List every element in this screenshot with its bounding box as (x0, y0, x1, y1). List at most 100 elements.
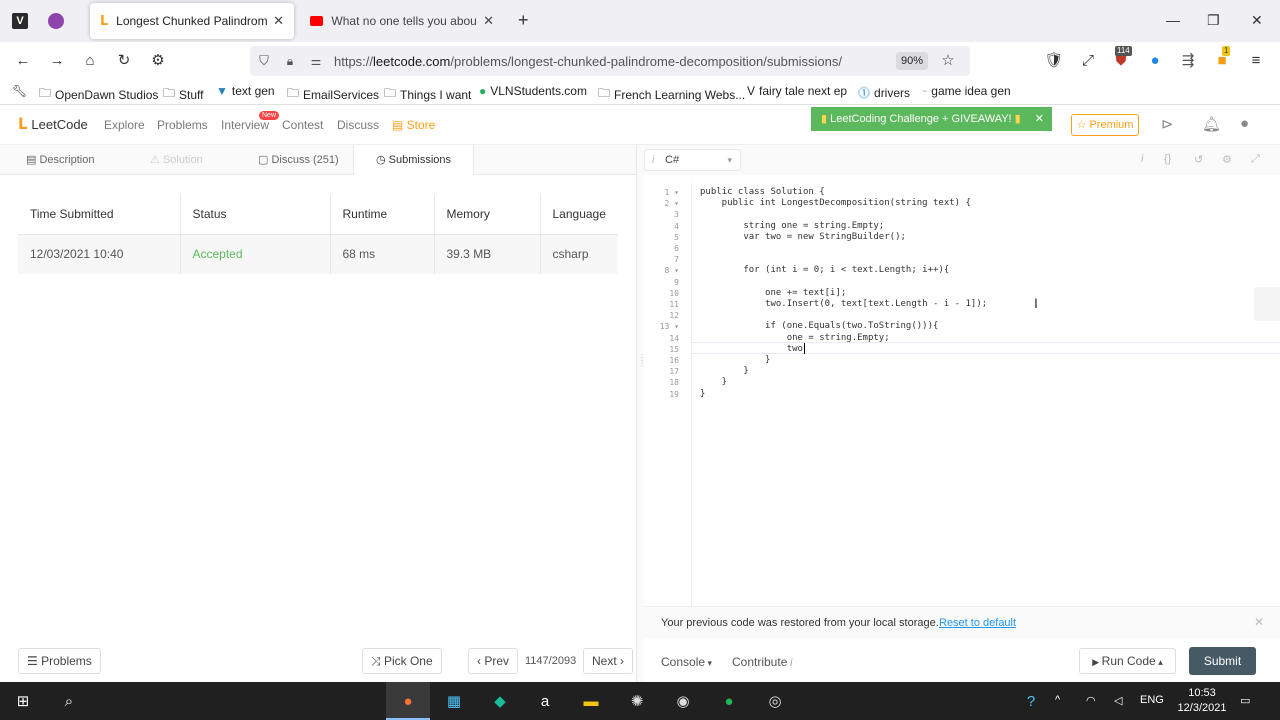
bookmark-opendawn[interactable]: 🗀 OpenDawn Studios (39, 84, 158, 105)
minimize-button[interactable]: — (1166, 12, 1180, 28)
bookmark-vlnstudents[interactable]: ● VLNStudents.com (479, 84, 587, 98)
scroll-side-tab[interactable] (1254, 287, 1280, 321)
tracking-shield-icon[interactable]: ⛉ (254, 51, 274, 71)
nav-discuss[interactable]: Discuss (337, 118, 379, 132)
spotify-icon[interactable]: ● (718, 690, 740, 712)
leetcode-logo[interactable]: ᒪ LeetCode (18, 115, 88, 133)
zoom-level[interactable]: 90% (896, 52, 928, 70)
pocket-icon[interactable]: 🛡︎ (1044, 51, 1064, 71)
store-icon[interactable]: ▦ (443, 690, 465, 712)
pinned-tab-app[interactable] (44, 8, 68, 34)
notification-icon[interactable]: ▭ (1240, 694, 1250, 707)
back-icon[interactable]: ← (13, 51, 33, 71)
reset-to-default-link[interactable]: Reset to default (939, 617, 1016, 629)
close-tab-icon[interactable]: ✕ (273, 13, 284, 29)
windows-taskbar: ⊞ ⌕ ● ▦ ◆ a ▬ ✺ ◉ ● ◎ ? ^ ◠ ◁ ENG 10:53 … (0, 682, 1280, 720)
search-icon[interactable]: ⌕ (58, 690, 80, 712)
close-banner-icon[interactable]: ✕ (1035, 107, 1044, 131)
pinned-tab-vivaldi[interactable]: V (8, 8, 32, 34)
url-bar[interactable]: ⛉ 🔒︎ ⚌ https://leetcode.com/problems/lon… (250, 46, 970, 76)
challenge-banner[interactable]: ▮ LeetCoding Challenge + GIVEAWAY! ▮ ✕ (811, 107, 1052, 131)
close-window-button[interactable]: ✕ (1251, 12, 1263, 28)
bookmark-game-idea-gen[interactable]: ~ game idea gen (922, 84, 1011, 98)
run-code-button[interactable]: ▶ Run Code ▴ (1079, 648, 1176, 674)
app-icon[interactable]: ◆ (489, 690, 511, 712)
windows-start-icon[interactable]: ⊞ (12, 690, 34, 712)
nav-explore[interactable]: Explore (104, 118, 145, 132)
console-toggle[interactable]: Console ▾ (661, 655, 712, 669)
forward-icon[interactable]: → (47, 51, 67, 71)
bookmark-drivers[interactable]: ⓵ drivers (858, 84, 910, 101)
settings-icon[interactable]: ⚙ (1222, 153, 1232, 166)
braces-icon[interactable]: {} (1164, 153, 1171, 165)
close-notice-icon[interactable]: ✕ (1254, 615, 1264, 629)
language-indicator[interactable]: ENG (1140, 694, 1164, 706)
avatar[interactable]: ● (1240, 115, 1249, 132)
help-icon[interactable]: ? (1020, 690, 1042, 712)
tab-solution[interactable]: ⚠ Solution (150, 145, 203, 175)
firefox-icon[interactable]: ● (397, 690, 419, 712)
language-select[interactable]: i C# ▾ (644, 149, 741, 171)
chevron-up-icon[interactable]: ^ (1055, 694, 1060, 706)
code-line: for (int i = 0; i < text.Length; i++){ (700, 265, 950, 276)
bookmark-stuff[interactable]: 🗀 Stuff (163, 84, 203, 105)
reload-icon[interactable]: ↻ (114, 51, 134, 71)
permissions-icon[interactable]: ⚌ (306, 51, 326, 71)
file-explorer-icon[interactable]: ▬ (580, 690, 602, 712)
url-text[interactable]: https://leetcode.com/problems/longest-ch… (334, 54, 842, 69)
bookmark-star-icon[interactable]: ☆ (938, 51, 958, 71)
home-icon[interactable]: ⌂ (80, 51, 100, 71)
close-tab-icon[interactable]: ✕ (483, 13, 494, 29)
nav-store[interactable]: ▤ Store (392, 118, 435, 132)
fullscreen-icon[interactable]: ⤢ (1078, 51, 1098, 71)
tab-leetcode[interactable]: ᒪ Longest Chunked Palindrome Decompositi… (90, 3, 294, 39)
premium-button[interactable]: ☆ Premium (1071, 114, 1139, 136)
wifi-icon[interactable]: ◠ (1086, 694, 1096, 707)
folder-icon: 🗀 (384, 86, 397, 100)
amazon-icon[interactable]: a (534, 690, 556, 712)
volume-icon[interactable]: ◁ (1114, 694, 1122, 707)
tab-youtube[interactable]: What no one tells you about coding ✕ (300, 3, 504, 39)
bookmark-things-i-want[interactable]: 🗀 Things I want (384, 84, 471, 105)
tab-discuss[interactable]: ▢ Discuss (251) (258, 145, 339, 175)
tab-submissions[interactable]: ◷ Submissions (353, 145, 475, 175)
line-number: 2 ▾ (664, 199, 679, 209)
panel-splitter[interactable]: ⋮ ⋮ (636, 145, 646, 682)
submit-button[interactable]: Submit (1189, 647, 1256, 675)
contribute-link[interactable]: Contribute i (732, 655, 792, 669)
notification-bell-icon[interactable]: 🔔︎ (1202, 115, 1221, 133)
extension-blue-icon[interactable]: ● (1145, 51, 1165, 71)
info-icon[interactable]: i (1141, 153, 1143, 165)
lock-icon[interactable]: 🔒︎ (280, 51, 300, 71)
tab-description[interactable]: ▤ Description (26, 145, 94, 175)
obs-icon[interactable]: ◎ (764, 690, 786, 712)
table-row[interactable]: 12/03/2021 10:40 Accepted 68 ms 39.3 MB … (18, 234, 618, 274)
clock[interactable]: 10:53 12/3/2021 (1176, 686, 1228, 716)
settings-app-icon[interactable]: ✺ (626, 690, 648, 712)
new-tab-button[interactable]: + (518, 11, 529, 29)
nav-interview[interactable]: Interview (221, 118, 269, 132)
playground-icon[interactable]: ⊳ (1161, 115, 1174, 133)
settings-gear-icon[interactable]: ⚙ (148, 51, 168, 71)
nav-problems[interactable]: Problems (157, 118, 208, 132)
bookmark-french-learning[interactable]: 🗀 French Learning Webs... (598, 84, 745, 105)
code-editor[interactable]: I public class Solution { public int Lon… (692, 183, 1280, 606)
send-icon[interactable]: ⇶ (1178, 51, 1198, 71)
pick-one-button[interactable]: ⤨ Pick One (362, 648, 442, 674)
maximize-button[interactable]: ❐ (1207, 12, 1220, 28)
problems-button[interactable]: ☰ Problems (18, 648, 101, 674)
bookmark-label: game idea gen (931, 84, 1011, 98)
bookmark-text-gen[interactable]: ▼ text gen (216, 84, 275, 98)
cell-status-link[interactable]: Accepted (180, 234, 331, 274)
bookmarks-tools-icon[interactable]: 🔧︎ (12, 84, 27, 98)
fullscreen-icon[interactable]: ⤢ (1251, 153, 1260, 166)
new-badge: New (259, 111, 280, 120)
bookmark-fairy-tale[interactable]: Vfairy tale next ep (747, 84, 847, 98)
discord-icon[interactable]: ◉ (672, 690, 694, 712)
nav-contest[interactable]: Contest (282, 118, 323, 132)
bookmark-emailservices[interactable]: 🗀 EmailServices (287, 84, 379, 105)
next-button[interactable]: Next › (583, 648, 634, 674)
prev-button[interactable]: ‹ Prev (468, 648, 519, 674)
menu-hamburger-icon[interactable]: ≡ (1246, 51, 1266, 71)
reset-icon[interactable]: ↺ (1194, 153, 1203, 166)
